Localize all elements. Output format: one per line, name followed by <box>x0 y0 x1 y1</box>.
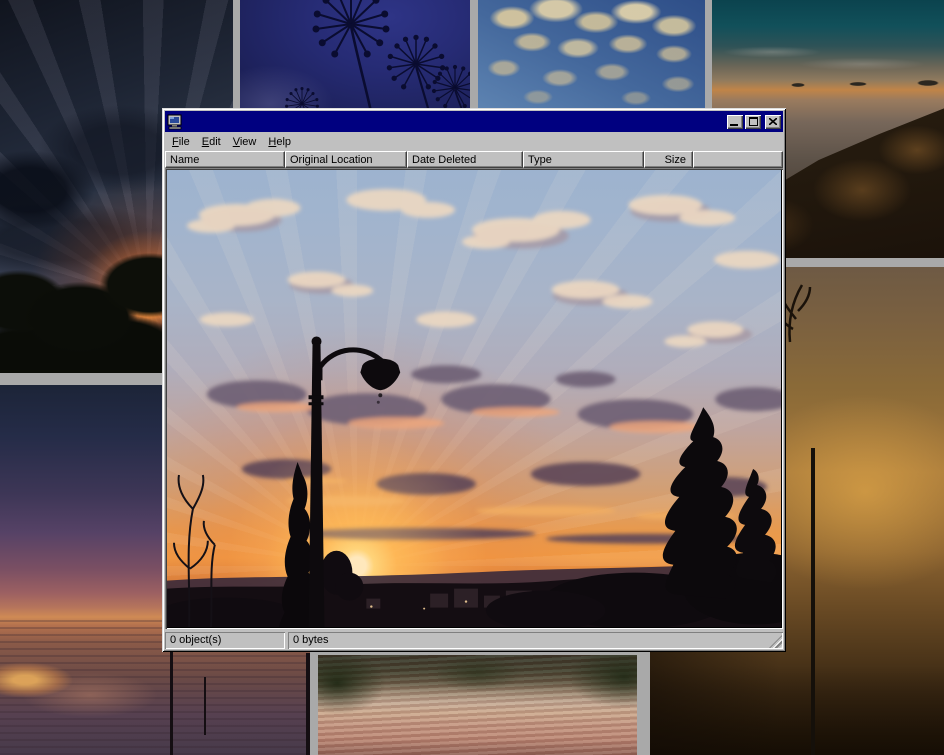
menu-help[interactable]: Help <box>262 134 297 150</box>
ripple-texture <box>318 655 637 755</box>
column-header-name[interactable]: Name <box>165 151 285 168</box>
water-pole <box>170 648 173 755</box>
maximize-button[interactable] <box>745 115 761 129</box>
status-bytes: 0 bytes <box>288 632 783 649</box>
desktop: File Edit View Help Name Original Locati… <box>0 0 944 755</box>
wallpaper-photo-blue-sky-clouds <box>478 0 705 112</box>
status-bar: 0 object(s) 0 bytes <box>165 629 783 649</box>
menu-view[interactable]: View <box>227 134 263 150</box>
column-header-date-deleted[interactable]: Date Deleted <box>407 151 523 168</box>
lamp-post-distant <box>811 448 815 755</box>
column-header-original-location[interactable]: Original Location <box>285 151 407 168</box>
maximize-icon <box>749 117 758 126</box>
column-header-blank[interactable] <box>693 151 783 168</box>
column-header-row: Name Original Location Date Deleted Type… <box>165 151 783 168</box>
computer-icon <box>167 114 183 130</box>
wallpaper-photo-water-reflection <box>318 655 637 755</box>
menu-edit[interactable]: Edit <box>196 134 227 150</box>
wallpaper-photo-seed-heads <box>240 0 470 112</box>
close-icon <box>769 118 777 125</box>
silhouette-layer <box>167 170 781 627</box>
minimize-icon <box>730 124 738 126</box>
menu-bar: File Edit View Help <box>165 132 783 151</box>
status-objects: 0 object(s) <box>165 632 285 649</box>
seed-head-silhouettes <box>240 0 470 112</box>
menu-file[interactable]: File <box>166 134 196 150</box>
water-pole <box>306 653 310 755</box>
close-button[interactable] <box>765 115 781 129</box>
sunset-photo <box>167 170 781 627</box>
minimize-button[interactable] <box>727 115 743 129</box>
titlebar[interactable] <box>165 111 783 132</box>
water-pole <box>204 677 206 735</box>
file-list-viewport[interactable] <box>165 168 783 629</box>
recycle-bin-window: File Edit View Help Name Original Locati… <box>162 108 786 652</box>
column-header-size[interactable]: Size <box>644 151 693 168</box>
column-header-type[interactable]: Type <box>523 151 644 168</box>
